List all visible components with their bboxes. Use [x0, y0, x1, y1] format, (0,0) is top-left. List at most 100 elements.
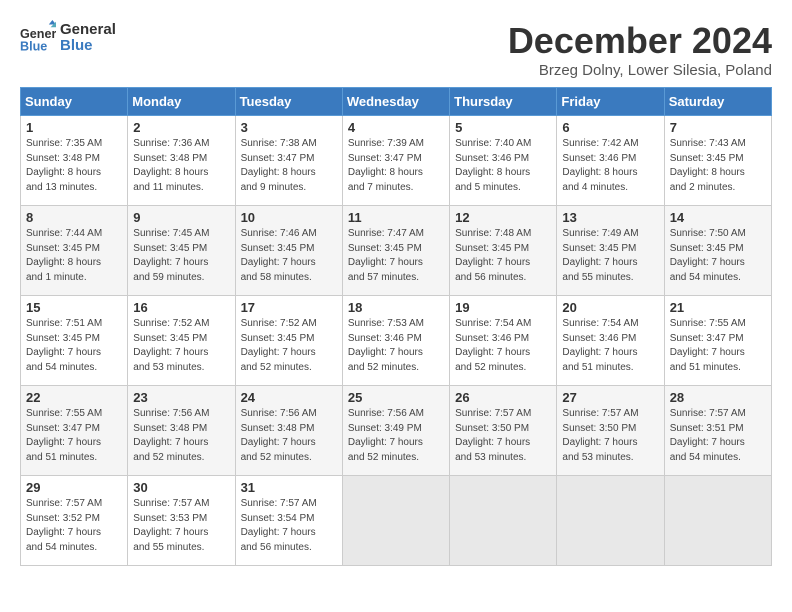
calendar-cell: 4 Sunrise: 7:39 AM Sunset: 3:47 PM Daylig…	[342, 116, 449, 206]
day-number: 24	[241, 390, 337, 405]
header: General Blue General Blue December 2024 …	[20, 20, 772, 79]
calendar-cell: 11 Sunrise: 7:47 AM Sunset: 3:45 PM Dayli…	[342, 206, 449, 296]
weekday-header-saturday: Saturday	[664, 88, 771, 116]
day-info: Sunrise: 7:56 AM Sunset: 3:48 PM Dayligh…	[241, 407, 337, 465]
calendar-cell: 2 Sunrise: 7:36 AM Sunset: 3:48 PM Daylig…	[128, 116, 235, 206]
calendar-cell: 18Sunrise: 7:53 AM Sunset: 3:46 PM Dayli…	[342, 296, 449, 386]
day-number: 14	[670, 210, 766, 225]
day-number: 6	[562, 120, 658, 135]
calendar-cell	[342, 476, 449, 566]
calendar-body: 1 Sunrise: 7:35 AM Sunset: 3:48 PM Daylig…	[21, 116, 772, 566]
day-info: Sunrise: 7:40 AM Sunset: 3:46 PM Dayligh…	[455, 137, 551, 195]
month-title: December 2024	[508, 20, 772, 62]
location-title: Brzeg Dolny, Lower Silesia, Poland	[508, 62, 772, 79]
weekday-header-sunday: Sunday	[21, 88, 128, 116]
day-number: 11	[348, 210, 444, 225]
day-number: 15	[26, 300, 122, 315]
day-number: 22	[26, 390, 122, 405]
calendar-cell: 10 Sunrise: 7:46 AM Sunset: 3:45 PM Dayli…	[235, 206, 342, 296]
calendar-cell: 1 Sunrise: 7:35 AM Sunset: 3:48 PM Daylig…	[21, 116, 128, 206]
day-number: 26	[455, 390, 551, 405]
day-number: 19	[455, 300, 551, 315]
calendar-cell: 17 Sunrise: 7:52 AM Sunset: 3:45 PM Dayli…	[235, 296, 342, 386]
day-info: Sunrise: 7:35 AM Sunset: 3:48 PM Dayligh…	[26, 137, 122, 195]
calendar-cell: 9Sunrise: 7:45 AM Sunset: 3:45 PM Daylig…	[128, 206, 235, 296]
calendar-week-3: 15 Sunrise: 7:51 AM Sunset: 3:45 PM Dayli…	[21, 296, 772, 386]
day-number: 20	[562, 300, 658, 315]
weekday-header-thursday: Thursday	[450, 88, 557, 116]
day-info: Sunrise: 7:51 AM Sunset: 3:45 PM Dayligh…	[26, 317, 122, 375]
calendar-cell: 7 Sunrise: 7:43 AM Sunset: 3:45 PM Daylig…	[664, 116, 771, 206]
day-info: Sunrise: 7:48 AM Sunset: 3:45 PM Dayligh…	[455, 227, 551, 285]
day-info: Sunrise: 7:47 AM Sunset: 3:45 PM Dayligh…	[348, 227, 444, 285]
logo-icon: General Blue	[20, 20, 56, 56]
day-info: Sunrise: 7:57 AM Sunset: 3:52 PM Dayligh…	[26, 497, 122, 555]
calendar-cell: 19Sunrise: 7:54 AM Sunset: 3:46 PM Dayli…	[450, 296, 557, 386]
logo-general: General	[60, 22, 116, 39]
day-info: Sunrise: 7:46 AM Sunset: 3:45 PM Dayligh…	[241, 227, 337, 285]
day-info: Sunrise: 7:45 AM Sunset: 3:45 PM Dayligh…	[133, 227, 229, 285]
calendar-cell: 29 Sunrise: 7:57 AM Sunset: 3:52 PM Dayli…	[21, 476, 128, 566]
calendar-cell: 8 Sunrise: 7:44 AM Sunset: 3:45 PM Daylig…	[21, 206, 128, 296]
day-number: 1	[26, 120, 122, 135]
day-number: 5	[455, 120, 551, 135]
title-area: December 2024 Brzeg Dolny, Lower Silesia…	[508, 20, 772, 79]
day-info: Sunrise: 7:52 AM Sunset: 3:45 PM Dayligh…	[133, 317, 229, 375]
calendar-cell: 6 Sunrise: 7:42 AM Sunset: 3:46 PM Daylig…	[557, 116, 664, 206]
day-number: 28	[670, 390, 766, 405]
day-info: Sunrise: 7:57 AM Sunset: 3:50 PM Dayligh…	[455, 407, 551, 465]
day-number: 3	[241, 120, 337, 135]
day-info: Sunrise: 7:42 AM Sunset: 3:46 PM Dayligh…	[562, 137, 658, 195]
logo: General Blue General Blue	[20, 20, 116, 56]
day-number: 31	[241, 480, 337, 495]
weekday-header-friday: Friday	[557, 88, 664, 116]
day-number: 2	[133, 120, 229, 135]
day-number: 21	[670, 300, 766, 315]
day-info: Sunrise: 7:50 AM Sunset: 3:45 PM Dayligh…	[670, 227, 766, 285]
day-info: Sunrise: 7:55 AM Sunset: 3:47 PM Dayligh…	[26, 407, 122, 465]
calendar-cell: 5 Sunrise: 7:40 AM Sunset: 3:46 PM Daylig…	[450, 116, 557, 206]
day-info: Sunrise: 7:52 AM Sunset: 3:45 PM Dayligh…	[241, 317, 337, 375]
calendar-week-2: 8 Sunrise: 7:44 AM Sunset: 3:45 PM Daylig…	[21, 206, 772, 296]
day-number: 8	[26, 210, 122, 225]
calendar-week-1: 1 Sunrise: 7:35 AM Sunset: 3:48 PM Daylig…	[21, 116, 772, 206]
day-number: 10	[241, 210, 337, 225]
calendar-cell: 3Sunrise: 7:38 AM Sunset: 3:47 PM Daylig…	[235, 116, 342, 206]
day-number: 18	[348, 300, 444, 315]
day-number: 7	[670, 120, 766, 135]
day-number: 27	[562, 390, 658, 405]
day-info: Sunrise: 7:39 AM Sunset: 3:47 PM Dayligh…	[348, 137, 444, 195]
weekday-header-monday: Monday	[128, 88, 235, 116]
calendar-cell	[557, 476, 664, 566]
svg-text:Blue: Blue	[20, 40, 47, 54]
weekday-header: SundayMondayTuesdayWednesdayThursdayFrid…	[21, 88, 772, 116]
day-info: Sunrise: 7:43 AM Sunset: 3:45 PM Dayligh…	[670, 137, 766, 195]
calendar-cell: 21Sunrise: 7:55 AM Sunset: 3:47 PM Dayli…	[664, 296, 771, 386]
calendar-cell	[664, 476, 771, 566]
weekday-header-tuesday: Tuesday	[235, 88, 342, 116]
logo-blue: Blue	[60, 38, 116, 55]
calendar-cell: 22 Sunrise: 7:55 AM Sunset: 3:47 PM Dayli…	[21, 386, 128, 476]
day-number: 4	[348, 120, 444, 135]
calendar-cell: 28 Sunrise: 7:57 AM Sunset: 3:51 PM Dayli…	[664, 386, 771, 476]
calendar: SundayMondayTuesdayWednesdayThursdayFrid…	[20, 87, 772, 566]
day-number: 12	[455, 210, 551, 225]
day-info: Sunrise: 7:57 AM Sunset: 3:51 PM Dayligh…	[670, 407, 766, 465]
day-info: Sunrise: 7:36 AM Sunset: 3:48 PM Dayligh…	[133, 137, 229, 195]
day-number: 29	[26, 480, 122, 495]
calendar-cell: 14 Sunrise: 7:50 AM Sunset: 3:45 PM Dayli…	[664, 206, 771, 296]
day-number: 17	[241, 300, 337, 315]
calendar-cell: 15 Sunrise: 7:51 AM Sunset: 3:45 PM Dayli…	[21, 296, 128, 386]
day-info: Sunrise: 7:57 AM Sunset: 3:50 PM Dayligh…	[562, 407, 658, 465]
day-info: Sunrise: 7:44 AM Sunset: 3:45 PM Dayligh…	[26, 227, 122, 285]
day-number: 23	[133, 390, 229, 405]
day-info: Sunrise: 7:56 AM Sunset: 3:49 PM Dayligh…	[348, 407, 444, 465]
calendar-cell: 31Sunrise: 7:57 AM Sunset: 3:54 PM Dayli…	[235, 476, 342, 566]
calendar-cell: 24 Sunrise: 7:56 AM Sunset: 3:48 PM Dayli…	[235, 386, 342, 476]
calendar-cell: 25Sunrise: 7:56 AM Sunset: 3:49 PM Dayli…	[342, 386, 449, 476]
calendar-cell: 27 Sunrise: 7:57 AM Sunset: 3:50 PM Dayli…	[557, 386, 664, 476]
day-info: Sunrise: 7:56 AM Sunset: 3:48 PM Dayligh…	[133, 407, 229, 465]
day-number: 30	[133, 480, 229, 495]
day-number: 13	[562, 210, 658, 225]
calendar-cell: 20Sunrise: 7:54 AM Sunset: 3:46 PM Dayli…	[557, 296, 664, 386]
